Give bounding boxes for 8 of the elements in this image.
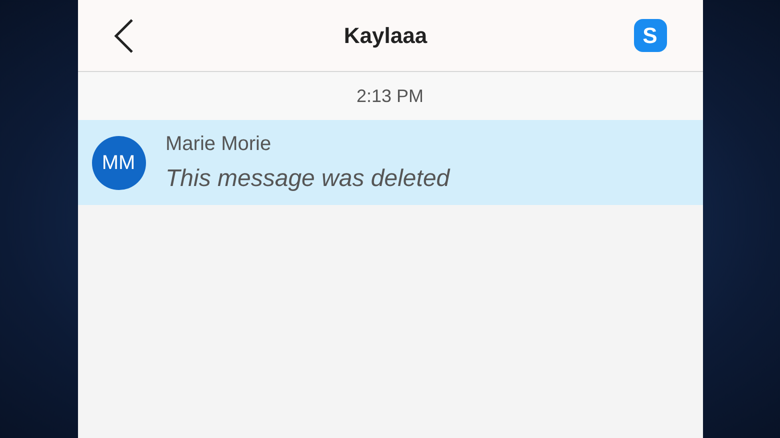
back-icon	[114, 18, 134, 54]
message-row[interactable]: MM Marie Morie This message was deleted	[78, 120, 702, 205]
chat-title: Kaylaaa	[344, 22, 428, 50]
app-badge: S	[634, 19, 666, 52]
sender-name: Marie Morie	[166, 132, 272, 156]
avatar: MM	[92, 136, 146, 190]
message-text: This message was deleted	[166, 164, 450, 194]
timestamp: 2:13 PM	[356, 84, 424, 108]
